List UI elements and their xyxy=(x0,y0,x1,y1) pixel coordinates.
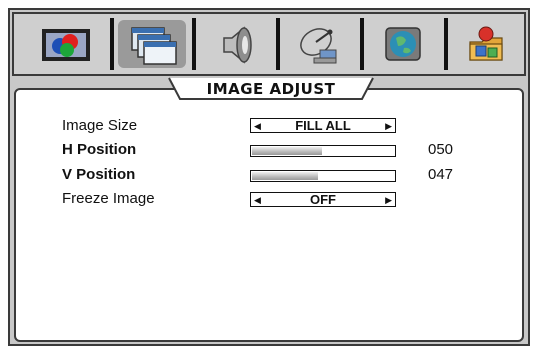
tab-image-adjust[interactable] xyxy=(118,20,186,68)
tab-divider xyxy=(444,18,448,70)
h-position-slider[interactable] xyxy=(250,145,396,157)
arrow-right-icon[interactable]: ▶ xyxy=(385,120,392,132)
v-position-fill xyxy=(252,172,318,180)
tab-divider xyxy=(360,18,364,70)
tab-globe[interactable] xyxy=(370,20,438,68)
v-position-slider[interactable] xyxy=(250,170,396,182)
globe-icon xyxy=(385,27,421,61)
tab-audio[interactable] xyxy=(202,20,270,68)
arrow-left-icon[interactable]: ◀ xyxy=(254,194,261,206)
h-position-label: H Position xyxy=(62,141,137,158)
color-picture-icon xyxy=(42,29,90,61)
v-position-value: 047 xyxy=(428,166,454,183)
tab-picture[interactable] xyxy=(32,20,100,68)
menu-title: IMAGE ADJUST xyxy=(206,80,336,98)
tab-divider xyxy=(110,18,114,70)
image-adjust-windows-icon xyxy=(131,27,177,65)
h-position-value: 050 xyxy=(428,141,454,158)
freeze-image-label: Freeze Image xyxy=(62,190,155,207)
satellite-dish-icon xyxy=(300,28,337,64)
freeze-image-value: OFF xyxy=(310,192,336,207)
v-position-label: V Position xyxy=(62,166,136,183)
user-folder-icon xyxy=(469,26,503,61)
arrow-left-icon[interactable]: ◀ xyxy=(254,120,261,132)
image-size-selector[interactable]: ◀ FILL ALL ▶ xyxy=(250,118,396,133)
freeze-image-selector[interactable]: ◀ OFF ▶ xyxy=(250,192,396,207)
tab-user[interactable] xyxy=(452,20,520,68)
tab-setup[interactable] xyxy=(286,20,354,68)
image-size-value: FILL ALL xyxy=(295,118,351,133)
image-size-label: Image Size xyxy=(62,117,138,134)
arrow-right-icon[interactable]: ▶ xyxy=(385,194,392,206)
menu-tab-bar xyxy=(12,12,526,76)
tab-divider xyxy=(192,18,196,70)
h-position-fill xyxy=(252,147,322,155)
speaker-audio-icon xyxy=(223,26,252,64)
tab-divider xyxy=(276,18,280,70)
